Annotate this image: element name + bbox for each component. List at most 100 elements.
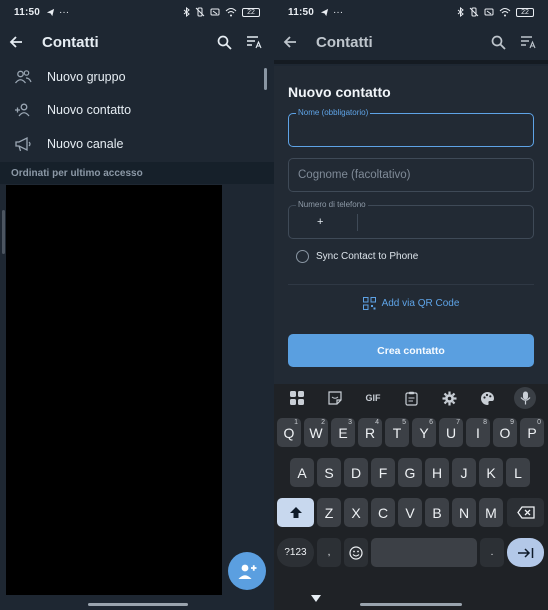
first-name-field[interactable]: Nome (obbligatorio) xyxy=(288,108,534,147)
battery-indicator: 22 xyxy=(242,7,260,17)
sim-icon xyxy=(484,7,494,17)
menu-item-new-contact[interactable]: Nuovo contatto xyxy=(0,93,274,127)
page-title: Contatti xyxy=(42,33,99,51)
page-title: Contatti xyxy=(316,33,373,51)
period-key[interactable]: . xyxy=(480,538,504,567)
megaphone-icon xyxy=(14,135,32,153)
new-contact-dialog: Nuovo contatto Nome (obbligatorio) Cogno… xyxy=(274,66,548,384)
key-o[interactable]: O9 xyxy=(493,418,517,447)
key-i[interactable]: I8 xyxy=(466,418,490,447)
menu-item-new-channel[interactable]: Nuovo canale xyxy=(0,127,274,161)
backspace-key[interactable] xyxy=(507,498,544,527)
key-g[interactable]: G xyxy=(398,458,422,487)
battery-indicator: 22 xyxy=(516,7,534,17)
sort-icon[interactable] xyxy=(246,35,262,49)
status-bar: 11:50 ··· 22 xyxy=(0,0,274,24)
key-e[interactable]: E3 xyxy=(331,418,355,447)
on-screen-keyboard: GIF Q1 W2 E3 R4 T5 Y6 U7 I8 O9 P0 A S D xyxy=(274,384,548,610)
dialog-scrim xyxy=(274,60,548,64)
key-h[interactable]: H xyxy=(425,458,449,487)
sync-radio-button[interactable] xyxy=(296,250,309,263)
menu-item-new-group[interactable]: Nuovo gruppo xyxy=(0,60,274,94)
key-z[interactable]: Z xyxy=(317,498,341,527)
scrollbar-thumb[interactable] xyxy=(264,68,267,90)
menu-item-label: Nuovo gruppo xyxy=(47,70,126,84)
key-w[interactable]: W2 xyxy=(304,418,328,447)
phone-number-label: Numero di telefono xyxy=(296,200,368,209)
sync-contact-toggle[interactable]: Sync Contact to Phone xyxy=(296,250,418,263)
first-name-label: Nome (obbligatorio) xyxy=(296,108,371,117)
new-contact-screen: 11:50 ··· 22 Contatti Nuovo contatto Nom… xyxy=(274,0,548,610)
menu-item-label: Nuovo canale xyxy=(47,137,124,151)
comma-key[interactable]: , xyxy=(317,538,341,567)
bluetooth-icon xyxy=(457,7,464,17)
status-time: 11:50 xyxy=(14,6,41,18)
gesture-nav-handle[interactable] xyxy=(88,603,188,606)
symbols-key[interactable]: ?123 xyxy=(277,538,314,567)
qr-code-icon xyxy=(362,297,376,310)
add-via-qr-label: Add via QR Code xyxy=(381,298,460,309)
space-bar[interactable] xyxy=(371,538,477,567)
key-l[interactable]: L xyxy=(506,458,530,487)
add-via-qr-button[interactable]: Add via QR Code xyxy=(274,297,548,310)
settings-gear-icon[interactable] xyxy=(438,387,460,409)
hide-keyboard-chevron-icon[interactable] xyxy=(310,594,322,603)
add-person-icon xyxy=(237,562,257,580)
next-field-key[interactable] xyxy=(507,538,544,567)
sim-icon xyxy=(210,7,220,17)
back-arrow-icon[interactable] xyxy=(282,34,298,50)
key-n[interactable]: N xyxy=(452,498,476,527)
wifi-icon xyxy=(499,7,511,17)
clipboard-icon[interactable] xyxy=(400,387,422,409)
key-k[interactable]: K xyxy=(479,458,503,487)
gif-button[interactable]: GIF xyxy=(362,387,384,409)
key-u[interactable]: U7 xyxy=(439,418,463,447)
bluetooth-icon xyxy=(183,7,190,17)
sticker-icon[interactable] xyxy=(324,387,346,409)
add-contact-fab[interactable] xyxy=(228,552,266,590)
sort-icon[interactable] xyxy=(520,35,536,49)
list-scrollbar-thumb[interactable] xyxy=(2,210,5,254)
tab-next-icon xyxy=(517,547,535,559)
telegram-notification-icon xyxy=(46,8,55,17)
key-r[interactable]: R4 xyxy=(358,418,382,447)
section-header-sort: Ordinati per ultimo accesso xyxy=(0,162,274,184)
more-notifications-icon: ··· xyxy=(59,6,70,18)
key-d[interactable]: D xyxy=(344,458,368,487)
search-icon[interactable] xyxy=(217,35,232,50)
key-q[interactable]: Q1 xyxy=(277,418,301,447)
apps-grid-icon[interactable] xyxy=(286,387,308,409)
search-icon[interactable] xyxy=(491,35,506,50)
theme-palette-icon[interactable] xyxy=(476,387,498,409)
more-notifications-icon: ··· xyxy=(333,6,344,18)
create-contact-button[interactable]: Crea contatto xyxy=(288,334,534,367)
key-v[interactable]: V xyxy=(398,498,422,527)
key-t[interactable]: T5 xyxy=(385,418,409,447)
shift-arrow-icon xyxy=(289,506,303,519)
app-bar: Contatti xyxy=(0,24,274,60)
key-s[interactable]: S xyxy=(317,458,341,487)
key-m[interactable]: M xyxy=(479,498,503,527)
key-f[interactable]: F xyxy=(371,458,395,487)
key-j[interactable]: J xyxy=(452,458,476,487)
key-b[interactable]: B xyxy=(425,498,449,527)
key-c[interactable]: C xyxy=(371,498,395,527)
keyboard-toolbar: GIF xyxy=(274,384,548,412)
gesture-nav-handle[interactable] xyxy=(360,603,462,606)
vibrate-off-icon xyxy=(195,7,205,17)
key-p[interactable]: P0 xyxy=(520,418,544,447)
phone-number-field[interactable]: Numero di telefono + xyxy=(288,200,534,239)
key-y[interactable]: Y6 xyxy=(412,418,436,447)
group-icon xyxy=(14,68,32,86)
emoji-key[interactable] xyxy=(344,538,368,567)
country-code-prefix[interactable]: + xyxy=(317,216,323,228)
back-arrow-icon[interactable] xyxy=(8,34,24,50)
key-x[interactable]: X xyxy=(344,498,368,527)
last-name-field[interactable]: Cognome (facoltativo) xyxy=(288,158,534,192)
contacts-screen: 11:50 ··· 22 Contatti Nuovo gruppo Nuovo… xyxy=(0,0,274,610)
wifi-icon xyxy=(225,7,237,17)
key-a[interactable]: A xyxy=(290,458,314,487)
emoji-smiley-icon xyxy=(349,545,363,560)
microphone-icon[interactable] xyxy=(514,387,536,409)
shift-key[interactable] xyxy=(277,498,314,527)
